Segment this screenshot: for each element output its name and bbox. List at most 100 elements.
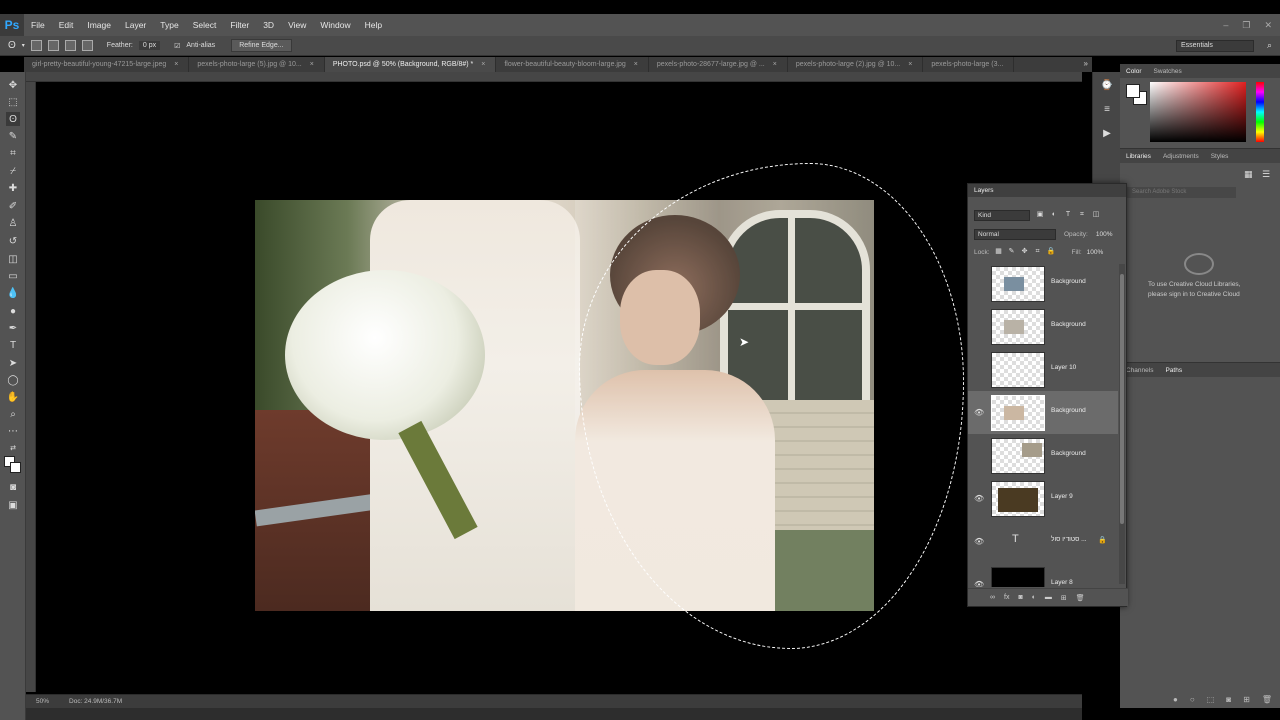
- tab-close-icon[interactable]: ×: [481, 61, 485, 68]
- lock-pixels-icon[interactable]: ✎: [1008, 248, 1016, 256]
- filter-shape-icon[interactable]: ⌗: [1078, 211, 1086, 219]
- screen-mode-icon[interactable]: ▣: [6, 498, 20, 512]
- eyedropper-tool-icon[interactable]: ⌿: [6, 164, 20, 178]
- fill-path-icon[interactable]: ●: [1173, 695, 1178, 704]
- color-spectrum[interactable]: [1150, 82, 1246, 142]
- more-tools-icon[interactable]: ⋯: [6, 424, 20, 438]
- move-tool-icon[interactable]: ✥: [6, 78, 20, 92]
- zoom-tool-icon[interactable]: ⌕: [6, 407, 20, 421]
- workspace-select[interactable]: Essentials: [1176, 40, 1254, 52]
- path-select-tool-icon[interactable]: ➤: [6, 356, 20, 370]
- layer-row[interactable]: Background: [968, 434, 1118, 477]
- layer-style-icon[interactable]: fx: [1004, 594, 1009, 601]
- tabs-overflow-icon[interactable]: »: [1084, 59, 1088, 68]
- delete-path-icon[interactable]: 🗑: [1262, 695, 1272, 704]
- layer-row[interactable]: 👁 T סטודיו סול ... 🔒: [968, 520, 1118, 563]
- menu-type[interactable]: Type: [153, 20, 185, 30]
- horizontal-scrollbar[interactable]: [26, 708, 1082, 720]
- menu-select[interactable]: Select: [186, 20, 224, 30]
- lock-all-icon[interactable]: 🔒: [1047, 248, 1056, 256]
- new-group-icon[interactable]: ▬: [1045, 594, 1052, 601]
- menu-file[interactable]: File: [24, 20, 52, 30]
- tab-adjustments[interactable]: Adjustments: [1163, 153, 1199, 160]
- minimize-icon[interactable]: –: [1223, 20, 1228, 30]
- swap-colors-icon[interactable]: ⇄: [6, 441, 20, 455]
- menu-image[interactable]: Image: [80, 20, 118, 30]
- eraser-tool-icon[interactable]: ◫: [6, 252, 20, 266]
- tab-swatches[interactable]: Swatches: [1154, 68, 1182, 75]
- shape-tool-icon[interactable]: ◯: [6, 373, 20, 387]
- new-selection-icon[interactable]: [30, 40, 42, 51]
- tab-close-icon[interactable]: ×: [310, 61, 314, 68]
- menu-edit[interactable]: Edit: [52, 20, 81, 30]
- zoom-level[interactable]: 50%: [36, 698, 49, 705]
- list-view-icon[interactable]: ☰: [1262, 169, 1270, 180]
- filter-type-icon[interactable]: T: [1064, 211, 1072, 219]
- tab-close-icon[interactable]: ×: [773, 61, 777, 68]
- adjustment-layer-icon[interactable]: ◐: [1032, 594, 1036, 601]
- hue-slider[interactable]: [1256, 82, 1264, 142]
- lock-transparent-icon[interactable]: ▦: [995, 248, 1003, 256]
- eye-icon[interactable]: 👁: [974, 494, 984, 503]
- tab-color[interactable]: Color: [1126, 68, 1142, 75]
- link-layers-icon[interactable]: ∞: [990, 594, 995, 601]
- menu-help[interactable]: Help: [358, 20, 389, 30]
- eye-icon[interactable]: 👁: [974, 408, 984, 417]
- tab-close-icon[interactable]: ×: [908, 61, 912, 68]
- history-icon[interactable]: ⌚: [1100, 78, 1114, 92]
- menu-view[interactable]: View: [281, 20, 313, 30]
- layer-row[interactable]: Background: [968, 262, 1118, 305]
- opacity-input[interactable]: 100%: [1096, 231, 1113, 238]
- add-selection-icon[interactable]: [47, 40, 59, 51]
- layers-scrollbar[interactable]: [1119, 264, 1125, 584]
- lock-position-icon[interactable]: ✥: [1021, 248, 1029, 256]
- tab-document-active[interactable]: PHOTO.psd @ 50% (Background, RGB/8#) * ×: [324, 57, 497, 72]
- tab-document-6[interactable]: pexels-photo-large (2).jpg @ 10... ×: [787, 57, 924, 72]
- tab-document-1[interactable]: girl-pretty-beautiful-young-47215-large.…: [24, 57, 190, 72]
- blend-mode-select[interactable]: Normal: [974, 228, 1056, 240]
- layer-row[interactable]: 👁 Layer 8: [968, 563, 1118, 587]
- history-brush-tool-icon[interactable]: ↺: [6, 234, 20, 248]
- filter-adjustment-icon[interactable]: ◐: [1050, 211, 1058, 219]
- new-layer-icon[interactable]: ⊞: [1061, 594, 1067, 602]
- filter-smart-object-icon[interactable]: ◫: [1092, 211, 1100, 219]
- quick-mask-icon[interactable]: ◙: [6, 480, 20, 494]
- restore-icon[interactable]: ❐: [1242, 20, 1250, 31]
- pen-tool-icon[interactable]: ✒: [6, 321, 20, 335]
- menu-filter[interactable]: Filter: [223, 20, 256, 30]
- eye-icon[interactable]: 👁: [974, 580, 984, 587]
- layer-row[interactable]: Background: [968, 305, 1118, 348]
- layer-row[interactable]: Layer 10: [968, 348, 1118, 391]
- lasso-tool-icon[interactable]: ʘ: [6, 112, 20, 126]
- clone-stamp-tool-icon[interactable]: ♙: [6, 216, 20, 230]
- tab-document-2[interactable]: pexels-photo-large (5).jpg @ 10... ×: [189, 57, 325, 72]
- menu-window[interactable]: Window: [313, 20, 357, 30]
- add-mask-icon[interactable]: ◙: [1018, 594, 1022, 601]
- dodge-tool-icon[interactable]: ●: [6, 304, 20, 318]
- tab-channels[interactable]: Channels: [1126, 367, 1153, 374]
- document-canvas[interactable]: ➤: [36, 82, 1082, 694]
- intersect-selection-icon[interactable]: [81, 40, 93, 51]
- blur-tool-icon[interactable]: 💧: [6, 286, 20, 300]
- stock-search-input[interactable]: Search Adobe Stock: [1126, 187, 1236, 198]
- menu-3d[interactable]: 3D: [256, 20, 281, 30]
- lasso-preset-icon[interactable]: ʘ: [8, 40, 16, 51]
- type-tool-icon[interactable]: T: [6, 338, 20, 352]
- background-color-swatch[interactable]: [10, 462, 21, 473]
- filter-pixel-icon[interactable]: ▣: [1036, 211, 1044, 219]
- tab-paths[interactable]: Paths: [1165, 367, 1182, 374]
- healing-brush-tool-icon[interactable]: ✚: [6, 181, 20, 195]
- marquee-tool-icon[interactable]: ⬚: [6, 95, 20, 109]
- chevron-down-icon[interactable]: ▾: [22, 42, 25, 49]
- hand-tool-icon[interactable]: ✋: [6, 390, 20, 404]
- eye-icon[interactable]: 👁: [974, 537, 984, 546]
- actions-icon[interactable]: ▶: [1100, 126, 1114, 140]
- feather-input[interactable]: 0 px: [138, 41, 161, 50]
- tab-document-4[interactable]: flower-beautiful-beauty-bloom-large.jpg ×: [496, 57, 649, 72]
- tab-close-icon[interactable]: ×: [634, 61, 638, 68]
- lock-artboard-icon[interactable]: ⌗: [1034, 248, 1042, 256]
- load-selection-icon[interactable]: ⬚: [1207, 695, 1215, 704]
- refine-edge-button[interactable]: Refine Edge...: [231, 39, 292, 52]
- layer-row[interactable]: 👁 Layer 9: [968, 477, 1118, 520]
- subtract-selection-icon[interactable]: [64, 40, 76, 51]
